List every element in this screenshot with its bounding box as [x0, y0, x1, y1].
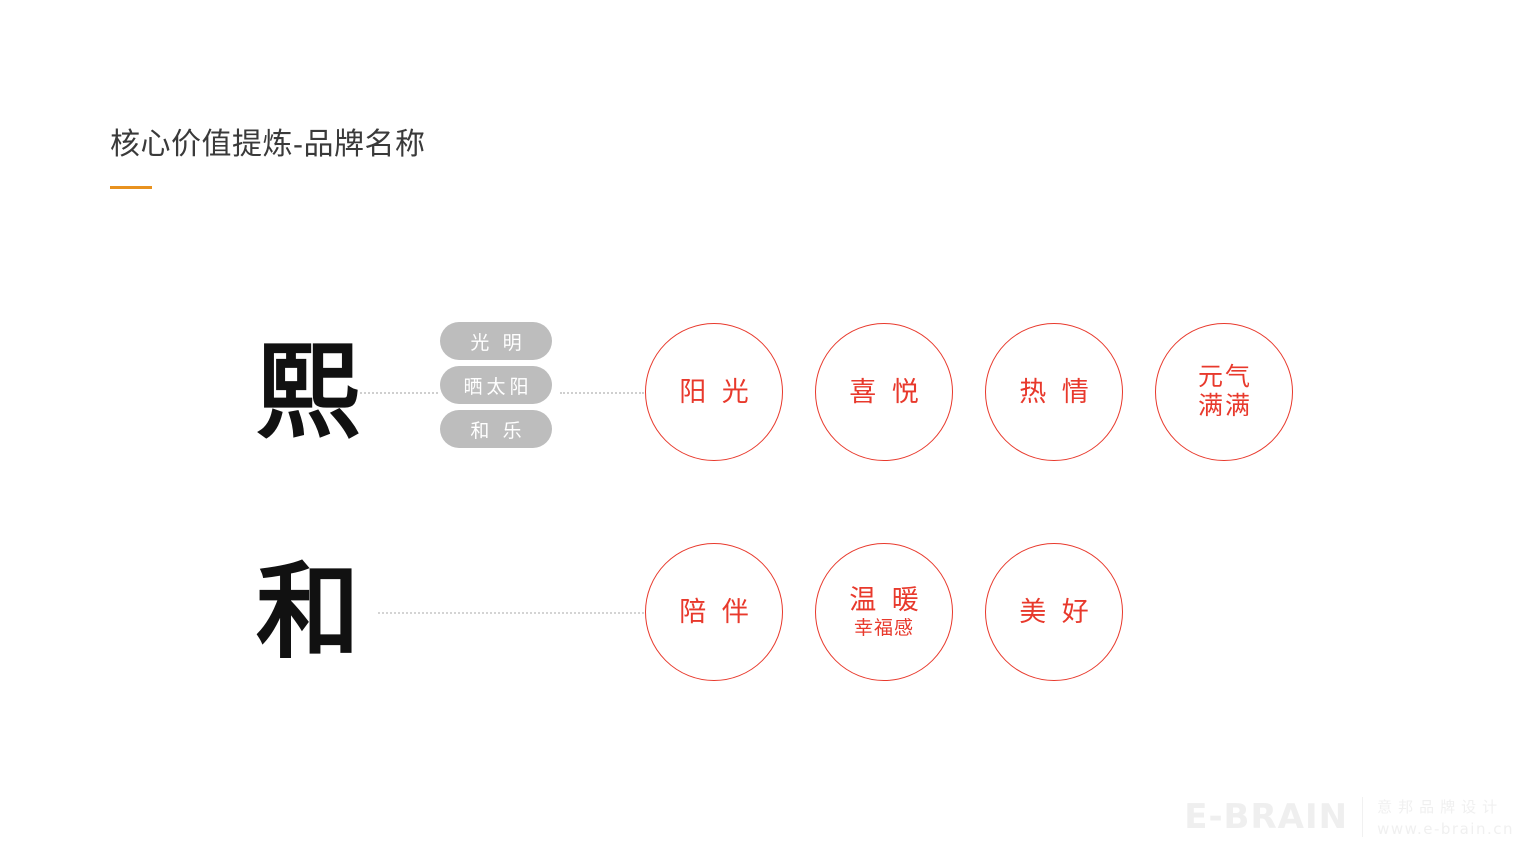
- brand-character-xi: 熙: [255, 331, 360, 453]
- watermark-text-block: 意邦品牌设计 www.e-brain.cn: [1377, 796, 1514, 838]
- brand-character-he: 和: [255, 551, 360, 673]
- value-circle-label: 阳 光: [679, 377, 753, 407]
- page-title: 核心价值提炼-品牌名称: [110, 128, 426, 161]
- title-accent-rule: [110, 186, 152, 189]
- value-circle[interactable]: 阳 光: [645, 323, 783, 461]
- connector-dots-left-row1: [360, 392, 438, 394]
- keyword-pill-stack-xi: 光 明 晒太阳 和 乐: [440, 322, 552, 448]
- value-circle[interactable]: 喜 悦: [815, 323, 953, 461]
- value-circle-label: 温 暖: [849, 584, 923, 615]
- value-circle-label: 喜 悦: [849, 377, 923, 407]
- keyword-pill[interactable]: 光 明: [440, 322, 552, 360]
- value-circle[interactable]: 元气 满满: [1155, 323, 1293, 461]
- keyword-pill[interactable]: 和 乐: [440, 410, 552, 448]
- value-circle-sublabel: 幸福感: [853, 617, 914, 639]
- value-row-he: 和 陪 伴 温 暖 幸福感 美 好: [0, 522, 1536, 702]
- value-circle-group-he: 陪 伴 温 暖 幸福感 美 好: [645, 543, 1123, 681]
- value-circle[interactable]: 美 好: [985, 543, 1123, 681]
- keyword-pill[interactable]: 晒太阳: [440, 366, 552, 404]
- watermark-divider: [1362, 797, 1364, 837]
- watermark-brand: E-BRAIN: [1184, 797, 1349, 837]
- value-circle-label: 美 好: [1019, 597, 1093, 627]
- slide-canvas: 核心价值提炼-品牌名称 熙 光 明 晒太阳 和 乐 阳 光 喜 悦 热 情 元气…: [0, 0, 1536, 860]
- connector-dots-row2: [378, 612, 644, 614]
- slide-header: 核心价值提炼-品牌名称: [110, 126, 426, 189]
- value-row-xi: 熙 光 明 晒太阳 和 乐 阳 光 喜 悦 热 情 元气 满满: [0, 302, 1536, 482]
- value-circle-label: 陪 伴: [679, 597, 753, 627]
- value-circle-label: 热 情: [1019, 377, 1093, 407]
- value-circle-label-line2: 满满: [1197, 392, 1252, 420]
- value-circle[interactable]: 温 暖 幸福感: [815, 543, 953, 681]
- connector-dots-right-row1: [560, 392, 644, 394]
- watermark-company: 意邦品牌设计: [1377, 799, 1504, 816]
- value-circle[interactable]: 陪 伴: [645, 543, 783, 681]
- value-circle-group-xi: 阳 光 喜 悦 热 情 元气 满满: [645, 323, 1293, 461]
- watermark-url: www.e-brain.cn: [1377, 820, 1514, 838]
- value-circle[interactable]: 热 情: [985, 323, 1123, 461]
- value-circle-label: 元气: [1197, 363, 1252, 391]
- watermark: E-BRAIN 意邦品牌设计 www.e-brain.cn: [1184, 796, 1514, 838]
